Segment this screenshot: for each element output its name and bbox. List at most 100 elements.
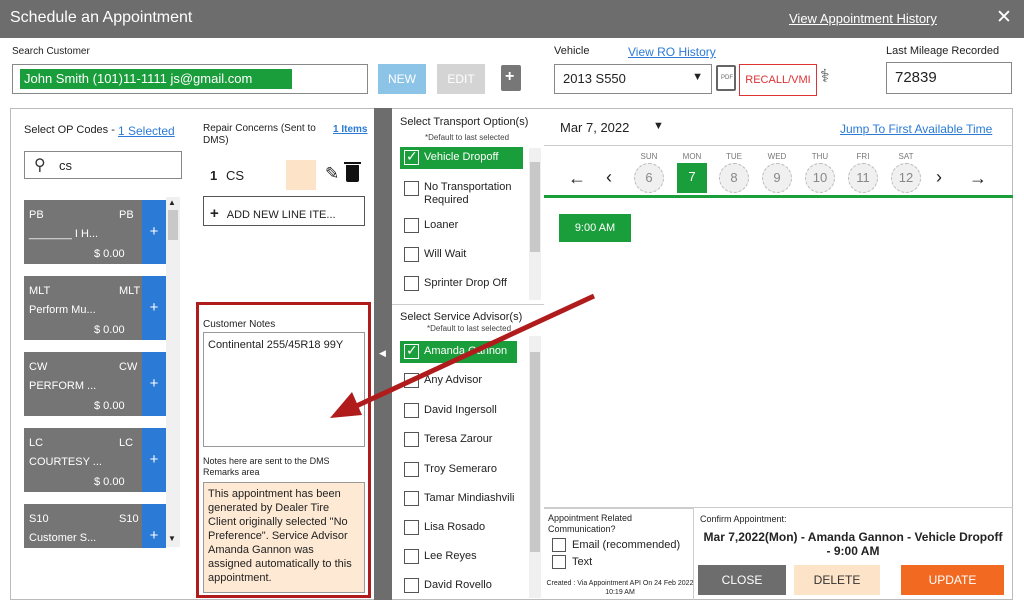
annotation-highlight-box: [196, 302, 371, 598]
dialog-title: Schedule an Appointment: [10, 9, 193, 26]
op-codes-scrollbar[interactable]: [166, 197, 180, 547]
chevron-left-icon[interactable]: ‹: [606, 167, 612, 188]
day-label: FRI: [856, 152, 870, 161]
stethoscope-icon[interactable]: ⚕: [820, 66, 830, 87]
arrow-right-icon[interactable]: →: [969, 168, 987, 189]
add-document-icon[interactable]: +: [501, 65, 521, 91]
checkbox[interactable]: [404, 432, 419, 447]
checkbox[interactable]: [404, 218, 419, 233]
op-code-right: CW: [119, 361, 138, 373]
vehicle-select[interactable]: 2013 S550 ▼: [554, 64, 712, 94]
advisor-option-amanda[interactable]: Amanda Gannon: [400, 341, 517, 363]
mileage-input[interactable]: 72839: [886, 62, 1012, 94]
op-code-price: $ 0.00: [94, 324, 125, 336]
date-picker-value[interactable]: Mar 7, 2022: [560, 120, 629, 135]
checkbox[interactable]: [552, 538, 566, 552]
section-divider: [392, 304, 544, 305]
transport-option-vehicle-dropoff[interactable]: Vehicle Dropoff: [400, 147, 523, 169]
delete-button[interactable]: DELETE: [794, 565, 880, 595]
line-color-swatch[interactable]: [286, 160, 316, 190]
checkbox[interactable]: [404, 549, 419, 564]
transport-option-label: No Transportation Required: [424, 181, 512, 206]
email-option[interactable]: Email (recommended): [552, 538, 680, 552]
checkbox[interactable]: [404, 247, 419, 262]
add-op-code-icon[interactable]: +: [142, 276, 166, 340]
add-op-code-icon[interactable]: +: [142, 428, 166, 492]
transport-option-label: Loaner: [424, 219, 459, 231]
line-code: CS: [226, 168, 245, 183]
op-code-description: COURTESY ...: [29, 456, 102, 468]
checkbox[interactable]: [404, 520, 419, 535]
title-bar: Schedule an Appointment View Appointment…: [0, 0, 1024, 38]
checkbox[interactable]: [552, 555, 566, 569]
recall-vmi-button[interactable]: RECALL/VMI: [739, 64, 817, 96]
op-code-card[interactable]: CW CW PERFORM ... $ 0.00 +: [24, 352, 166, 416]
edit-pencil-icon[interactable]: ✎: [325, 164, 339, 184]
repair-items-link[interactable]: 1 Items: [333, 124, 367, 135]
checkbox[interactable]: [404, 342, 419, 359]
panel-divider[interactable]: ◀: [374, 108, 392, 600]
transport-scroll-thumb[interactable]: [530, 162, 540, 252]
scroll-up-icon[interactable]: ▲: [168, 198, 176, 207]
collapse-arrow-icon[interactable]: ◀: [379, 348, 386, 359]
arrow-left-icon[interactable]: ←: [568, 168, 586, 189]
op-code-card[interactable]: PB PB _______ I H... $ 0.00 +: [24, 200, 166, 264]
checkbox[interactable]: [404, 373, 419, 388]
day-button[interactable]: 8: [719, 163, 749, 193]
text-option[interactable]: Text: [552, 555, 592, 569]
checkbox[interactable]: [404, 403, 419, 418]
op-codes-scroll-thumb[interactable]: [168, 210, 178, 240]
scroll-down-icon[interactable]: ▼: [168, 534, 176, 543]
new-customer-button[interactable]: NEW: [378, 64, 426, 94]
op-code-right: LC: [119, 437, 134, 449]
add-op-code-icon[interactable]: +: [142, 504, 166, 548]
advisors-scroll-thumb[interactable]: [530, 352, 540, 552]
selected-customer-chip[interactable]: John Smith (101)11-1111 js@gmail.com: [20, 69, 292, 89]
close-icon[interactable]: ✕: [996, 6, 1012, 29]
op-codes-header: Select OP Codes -: [24, 124, 115, 136]
edit-customer-button[interactable]: EDIT: [437, 64, 485, 94]
op-code: LC: [29, 437, 44, 449]
search-customer-label: Search Customer: [12, 46, 90, 57]
confirm-label: Confirm Appointment:: [700, 514, 787, 524]
view-history-link[interactable]: View Appointment History: [789, 11, 937, 26]
advisors-header: Select Service Advisor(s): [400, 311, 523, 323]
update-button[interactable]: UPDATE: [901, 565, 1004, 595]
trash-icon[interactable]: [344, 162, 361, 182]
advisor-label: Tamar Mindiashvili: [424, 492, 515, 504]
op-code-card[interactable]: MLT MLT Perform Mu... $ 0.00 +: [24, 276, 166, 340]
day-button-selected[interactable]: 7: [677, 163, 707, 193]
vehicle-label: Vehicle: [554, 45, 590, 57]
op-code: S10: [29, 513, 49, 525]
document-icon[interactable]: PDF: [716, 65, 736, 91]
checkbox[interactable]: [404, 462, 419, 477]
line-number: 1: [210, 168, 218, 183]
chevron-right-icon[interactable]: ›: [936, 167, 942, 188]
op-code-right: S10: [119, 513, 139, 525]
day-button[interactable]: 6: [634, 163, 664, 193]
time-slot-button[interactable]: 9:00 AM: [559, 214, 631, 242]
checkbox[interactable]: [404, 491, 419, 506]
checkbox[interactable]: [404, 578, 419, 593]
day-button[interactable]: 11: [848, 163, 878, 193]
add-op-code-icon[interactable]: +: [142, 352, 166, 416]
op-code-search-input[interactable]: ⚲ cs: [24, 151, 182, 179]
view-ro-history-link[interactable]: View RO History: [628, 45, 716, 59]
checkbox[interactable]: [404, 148, 419, 165]
jump-first-available-link[interactable]: Jump To First Available Time: [840, 122, 992, 136]
checkbox[interactable]: [404, 276, 419, 291]
transport-option-no-transport[interactable]: No Transportation Required: [400, 178, 525, 210]
day-button[interactable]: 9: [762, 163, 792, 193]
add-line-item-button[interactable]: + ADD NEW LINE ITE...: [203, 196, 365, 226]
chevron-down-icon: ▼: [692, 71, 703, 83]
chevron-down-icon[interactable]: ▼: [653, 120, 664, 132]
close-button[interactable]: CLOSE: [698, 565, 786, 595]
op-code-card[interactable]: LC LC COURTESY ... $ 0.00 +: [24, 428, 166, 492]
op-code-price: $ 0.00: [94, 248, 125, 260]
op-codes-selected-link[interactable]: 1 Selected: [118, 124, 175, 138]
day-button[interactable]: 12: [891, 163, 921, 193]
day-button[interactable]: 10: [805, 163, 835, 193]
add-op-code-icon[interactable]: +: [142, 200, 166, 264]
op-code-card[interactable]: S10 S10 Customer S... +: [24, 504, 166, 548]
checkbox[interactable]: [404, 181, 419, 196]
